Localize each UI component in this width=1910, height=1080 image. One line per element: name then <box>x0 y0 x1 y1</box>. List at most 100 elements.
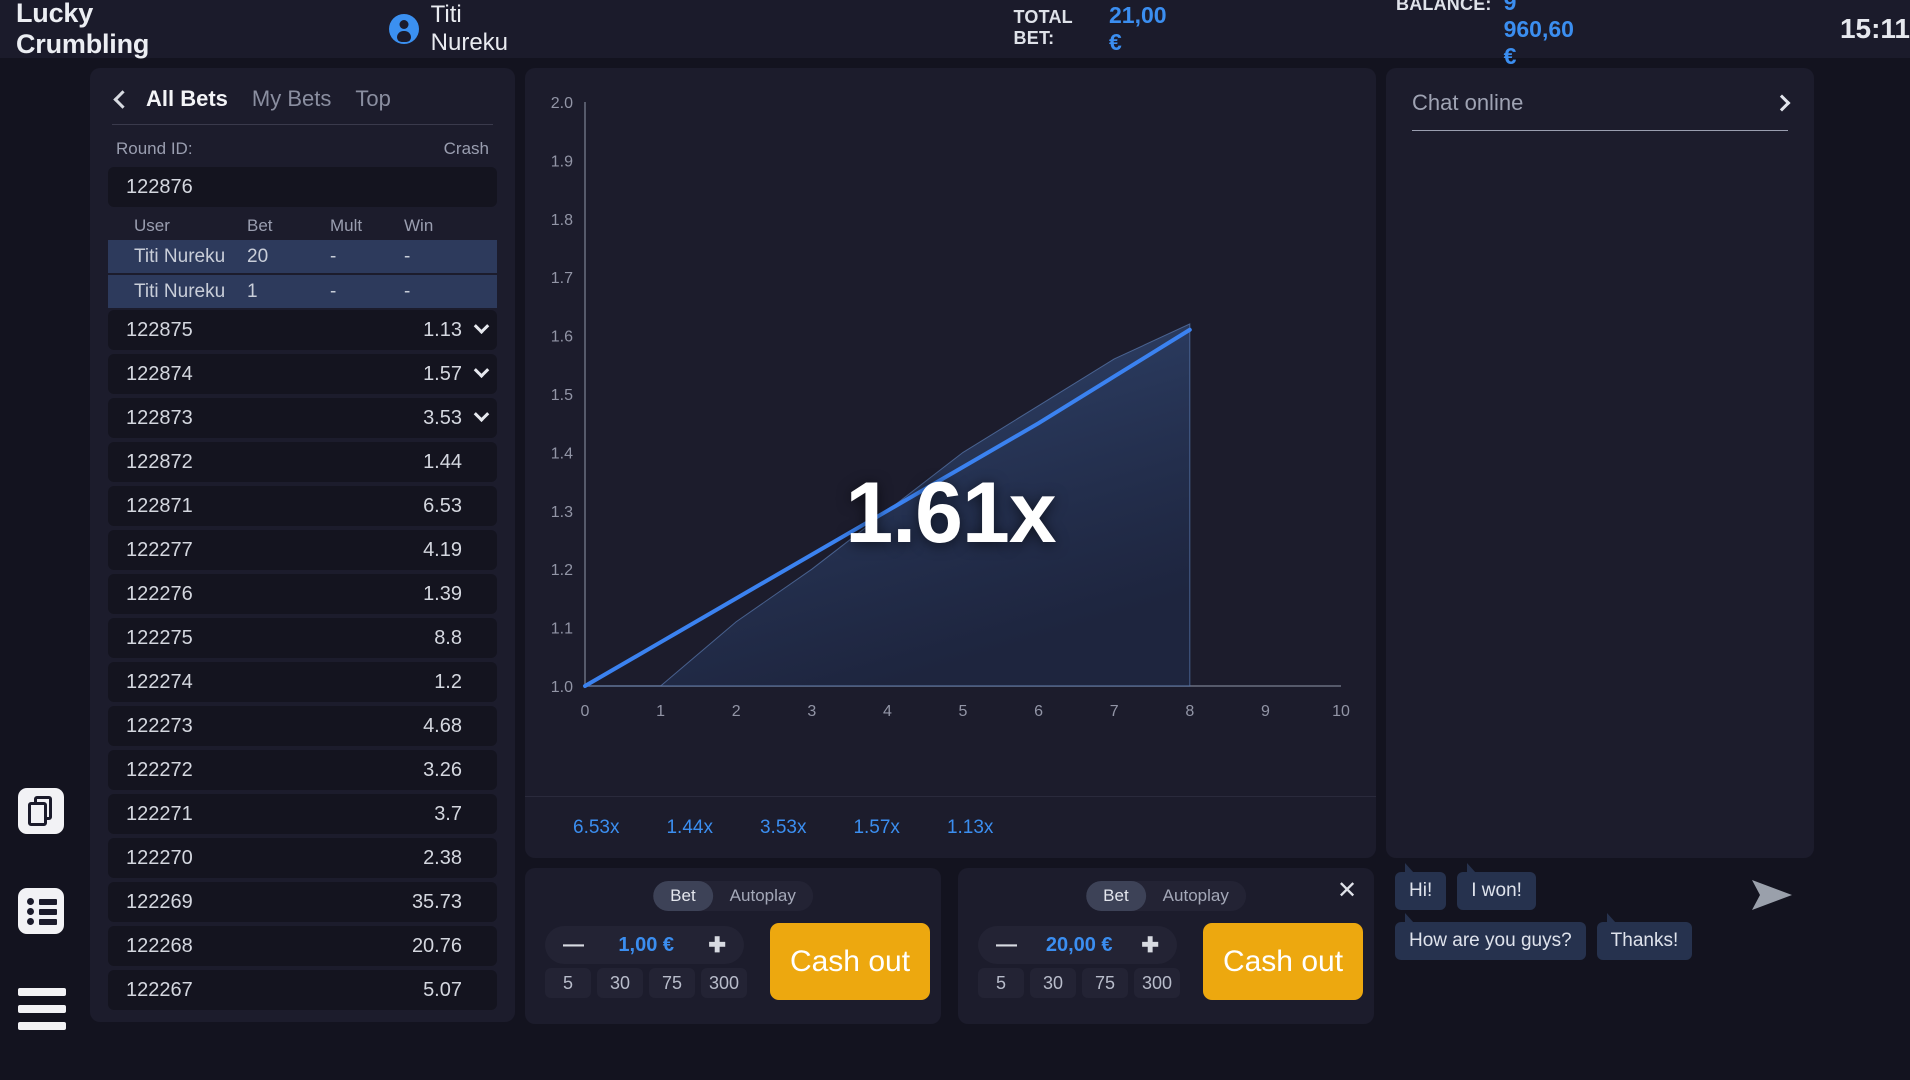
history-multiplier[interactable]: 3.53x <box>760 817 806 839</box>
table-row[interactable]: 122269 35.73 <box>108 882 497 922</box>
quick-amount-button[interactable]: 5 <box>978 968 1024 998</box>
increase-button-2[interactable]: ✚ <box>1141 933 1159 958</box>
documents-icon[interactable] <box>18 788 66 836</box>
svg-text:3: 3 <box>807 703 816 720</box>
cash-out-button-2[interactable]: Cash out <box>1203 923 1363 1000</box>
tab-all-bets[interactable]: All Bets <box>146 86 228 112</box>
quick-amount-button[interactable]: 300 <box>701 968 747 998</box>
top-bar: Lucky Crumbling Titi Nureku TOTAL BET: 2… <box>0 0 1910 69</box>
quick-amount-button[interactable]: 75 <box>1082 968 1128 998</box>
bet-win: - <box>404 280 411 302</box>
table-row[interactable]: 122275 8.8 <box>108 618 497 658</box>
chevron-down-icon[interactable] <box>473 361 490 378</box>
bets-column-header: Round ID: Crash <box>90 125 515 167</box>
total-bet-label: TOTAL BET: <box>1013 7 1073 48</box>
chevron-down-icon[interactable] <box>473 317 490 334</box>
list-icon[interactable] <box>18 888 66 936</box>
game-panel: 1.0 1.1 1.2 1.3 1.4 1.5 1.6 1.7 1.8 1.9 2.0 0 1 2 3 4 5 6… <box>525 68 1735 858</box>
chat-quick-message[interactable]: How are you guys? <box>1395 913 1586 960</box>
current-round-row[interactable]: 122876 <box>108 167 497 207</box>
decrease-button-2[interactable]: — <box>996 933 1017 957</box>
quick-amount-button[interactable]: 75 <box>649 968 695 998</box>
history-multiplier[interactable]: 6.53x <box>573 817 619 839</box>
back-chevron-icon[interactable] <box>113 89 132 109</box>
menu-icon[interactable] <box>18 988 66 1036</box>
table-row[interactable]: 122872 1.44 <box>108 442 497 482</box>
bet-panel-2: Bet Autoplay ✕ — 20,00 € ✚ 5 30 75 300 Cash… <box>958 868 1374 1024</box>
send-icon[interactable] <box>1750 878 1794 912</box>
table-row[interactable]: 122268 20.76 <box>108 926 497 966</box>
table-row[interactable]: 122273 4.68 <box>108 706 497 746</box>
quick-amount-button[interactable]: 30 <box>1030 968 1076 998</box>
svg-text:7: 7 <box>1110 703 1119 720</box>
svg-text:4: 4 <box>883 703 892 720</box>
round-id: 122267 <box>126 978 193 1001</box>
table-row[interactable]: 122871 6.53 <box>108 486 497 526</box>
quick-message-row-1: Hi! I won! <box>1395 863 1775 910</box>
svg-text:0: 0 <box>581 703 590 720</box>
chat-header: Chat online <box>1412 90 1791 131</box>
mode-autoplay-2[interactable]: Autoplay <box>1146 881 1246 911</box>
brand-title: Lucky Crumbling <box>16 0 150 59</box>
cash-out-button-1[interactable]: Cash out <box>770 923 930 1000</box>
chat-quick-message[interactable]: Thanks! <box>1596 913 1693 960</box>
round-crash: 1.39 <box>423 582 462 605</box>
bet-mult: - <box>330 280 337 302</box>
history-multiplier[interactable]: 1.57x <box>853 817 899 839</box>
tab-top[interactable]: Top <box>355 86 390 112</box>
table-row[interactable]: 122874 1.57 <box>108 354 497 394</box>
round-id: 122272 <box>126 758 193 781</box>
history-multiplier[interactable]: 1.44x <box>666 817 712 839</box>
round-id: 122871 <box>126 494 193 517</box>
current-multiplier: 1.61x <box>845 465 1056 561</box>
table-row[interactable]: 122873 3.53 <box>108 398 497 438</box>
round-crash: 4.68 <box>423 714 462 737</box>
table-row[interactable]: 122272 3.26 <box>108 750 497 790</box>
tab-my-bets[interactable]: My Bets <box>252 86 331 112</box>
chat-quick-message[interactable]: Hi! <box>1395 863 1447 910</box>
table-row[interactable]: 122875 1.13 <box>108 310 497 350</box>
mode-autoplay-1[interactable]: Autoplay <box>713 881 813 911</box>
chevron-right-icon[interactable] <box>1773 94 1791 112</box>
table-row[interactable]: 122274 1.2 <box>108 662 497 702</box>
mode-toggle-2: Bet Autoplay <box>1086 881 1246 911</box>
round-id: 122876 <box>126 175 193 198</box>
decrease-button-1[interactable]: — <box>563 933 584 957</box>
chevron-down-icon[interactable] <box>473 405 490 422</box>
subcolumn-bet: Bet <box>247 216 273 235</box>
round-id: 122872 <box>126 450 193 473</box>
close-icon[interactable]: ✕ <box>1336 879 1358 903</box>
user-block[interactable]: Titi Nureku <box>388 1 516 57</box>
mode-bet-1[interactable]: Bet <box>653 881 713 911</box>
bet-row[interactable]: Titi Nureku 1 - - <box>108 275 497 308</box>
chat-quick-message[interactable]: I won! <box>1457 863 1536 910</box>
bet-sub-header: User Bet Mult Win <box>108 211 497 240</box>
quick-amount-button[interactable]: 300 <box>1134 968 1180 998</box>
bet-win: - <box>404 245 411 267</box>
bet-row[interactable]: Titi Nureku 20 - - <box>108 240 497 273</box>
bet-amount-2[interactable]: 20,00 € <box>1046 934 1113 957</box>
round-id: 122275 <box>126 626 193 649</box>
svg-text:1.9: 1.9 <box>551 153 573 170</box>
table-row[interactable]: 122267 5.07 <box>108 970 497 1010</box>
svg-text:10: 10 <box>1332 703 1350 720</box>
bet-amount-1[interactable]: 1,00 € <box>618 934 674 957</box>
quick-amount-button[interactable]: 5 <box>545 968 591 998</box>
mode-bet-2[interactable]: Bet <box>1086 881 1146 911</box>
history-multiplier[interactable]: 1.13x <box>947 817 993 839</box>
balance-label: BALANCE: <box>1396 0 1492 14</box>
table-row[interactable]: 122270 2.38 <box>108 838 497 878</box>
amount-stepper-2: — 20,00 € ✚ <box>978 926 1177 964</box>
table-row[interactable]: 122277 4.19 <box>108 530 497 570</box>
svg-text:1.8: 1.8 <box>551 212 573 229</box>
table-row[interactable]: 122276 1.39 <box>108 574 497 614</box>
bet-panel-1: Bet Autoplay — 1,00 € ✚ 5 30 75 300 Cash ou… <box>525 868 941 1024</box>
quick-amount-button[interactable]: 30 <box>597 968 643 998</box>
rounds-container: 122875 1.13 122874 1.57 122873 3.53 122872 1.44… <box>108 310 497 1010</box>
round-crash: 1.13 <box>423 318 462 341</box>
increase-button-1[interactable]: ✚ <box>708 933 726 958</box>
table-row[interactable]: 122271 3.7 <box>108 794 497 834</box>
